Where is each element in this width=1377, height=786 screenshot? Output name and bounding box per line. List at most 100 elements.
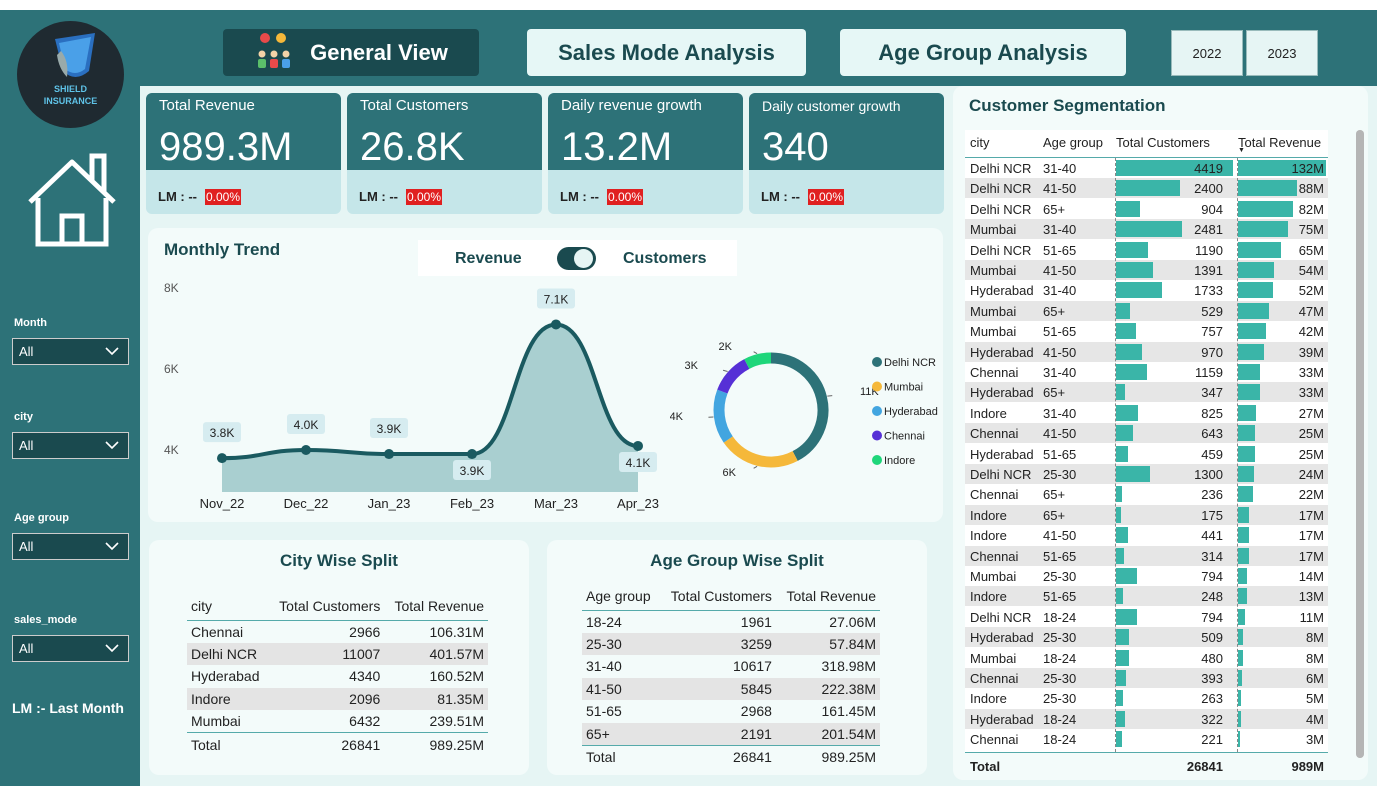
column-header[interactable]: city	[187, 593, 269, 621]
segmentation-row[interactable]: Delhi NCR 25-30 1300 24M	[965, 464, 1328, 484]
segmentation-row[interactable]: Delhi NCR 51-65 1190 65M	[965, 240, 1328, 260]
donut-slice-delhi-ncr[interactable]	[770, 352, 829, 461]
trend-point[interactable]	[633, 440, 643, 451]
trend-point[interactable]	[384, 449, 394, 460]
year-2023-button[interactable]: 2023	[1246, 30, 1318, 76]
segmentation-row[interactable]: Mumbai 31-40 2481 75M	[965, 219, 1328, 240]
table-row[interactable]: Delhi NCR 11007 401.57M	[187, 642, 488, 666]
segmentation-row[interactable]: Delhi NCR 18-24 794 11M	[965, 607, 1328, 627]
year-2022-button[interactable]: 2022	[1171, 30, 1243, 76]
total-cell: 26841	[268, 732, 385, 757]
table-row[interactable]: 18-24 1961 27.06M	[582, 610, 880, 633]
table-row[interactable]: 65+ 2191 201.54M	[582, 722, 880, 745]
total-customers: 26841	[1186, 759, 1223, 774]
customers-value: 441	[1201, 528, 1223, 544]
segmentation-row[interactable]: Chennai 51-65 314 17M	[965, 545, 1328, 566]
donut-slice-indore[interactable]	[744, 352, 772, 369]
segmentation-row[interactable]: Indore 65+ 175 17M	[965, 504, 1328, 525]
column-header[interactable]: Total Customers	[659, 582, 776, 611]
kpi-total-customers: Total Customers 26.8K LM : -- 0.00%	[347, 93, 542, 214]
segmentation-row[interactable]: Mumbai 41-50 1391 54M	[965, 260, 1328, 280]
trend-point[interactable]	[301, 445, 311, 455]
y-tick-label: 4K	[164, 443, 179, 457]
segmentation-row[interactable]: Indore 41-50 441 17M	[965, 525, 1328, 545]
segmentation-header-row: city Age group Total Customers Total Revenu…	[965, 130, 1328, 158]
revenue-value: 25M	[1298, 446, 1324, 462]
table-cell: 18-24	[586, 613, 622, 630]
donut-slice-hyderabad[interactable]	[713, 389, 733, 443]
segmentation-row[interactable]: Chennai 25-30 393 6M	[965, 668, 1328, 688]
home-icon[interactable]	[24, 152, 120, 253]
donut-slice-chennai[interactable]	[717, 359, 750, 394]
table-row[interactable]: Indore 2096 81.35M	[187, 687, 488, 711]
sales-mode-analysis-button[interactable]: Sales Mode Analysis	[527, 29, 806, 76]
toggle-revenue-label[interactable]: Revenue	[455, 250, 522, 268]
toggle-customers-label[interactable]: Customers	[623, 250, 707, 268]
segmentation-row[interactable]: Mumbai 51-65 757 42M	[965, 321, 1328, 341]
segmentation-row[interactable]: Mumbai 18-24 480 8M	[965, 648, 1328, 668]
total-cell: 989.25M	[384, 732, 488, 757]
table-row[interactable]: Hyderabad 4340 160.52M	[187, 665, 488, 688]
segmentation-row[interactable]: Hyderabad 51-65 459 25M	[965, 444, 1328, 464]
column-header[interactable]: city	[970, 135, 990, 150]
donut-slice-mumbai[interactable]	[723, 436, 798, 468]
table-row[interactable]: 41-50 5845 222.38M	[582, 677, 880, 700]
column-header[interactable]: Total Customers	[268, 593, 385, 621]
table-cell: 65+	[586, 725, 610, 742]
city-cell: Delhi NCR	[970, 201, 1032, 217]
x-tick-label: Mar_23	[534, 496, 578, 511]
age-group-slicer[interactable]: All	[12, 533, 129, 560]
scrollbar[interactable]	[1356, 130, 1364, 758]
segmentation-row[interactable]: Delhi NCR 65+ 904 82M	[965, 199, 1328, 219]
column-header[interactable]: Total Revenue	[775, 582, 880, 611]
segmentation-row[interactable]: Hyderabad 31-40 1733 52M	[965, 280, 1328, 300]
sort-desc-icon[interactable]: ▼	[1238, 147, 1245, 154]
segmentation-row[interactable]: Chennai 41-50 643 25M	[965, 423, 1328, 444]
age-group-analysis-button[interactable]: Age Group Analysis	[840, 29, 1126, 76]
segmentation-row[interactable]: Hyderabad 65+ 347 33M	[965, 382, 1328, 403]
legend-label: Hyderabad	[884, 406, 938, 418]
segmentation-row[interactable]: Chennai 65+ 236 22M	[965, 484, 1328, 504]
age-group-cell: 25-30	[1043, 671, 1077, 686]
segmentation-row[interactable]: Chennai 31-40 1159 33M	[965, 362, 1328, 382]
trend-point[interactable]	[467, 449, 477, 460]
segmentation-row[interactable]: Mumbai 25-30 794 14M	[965, 566, 1328, 586]
segmentation-row[interactable]: Hyderabad 18-24 322 4M	[965, 708, 1328, 729]
trend-point[interactable]	[217, 453, 227, 464]
segmentation-row[interactable]: Delhi NCR 31-40 4419 132M	[965, 158, 1328, 178]
table-row[interactable]: 31-40 10617 318.98M	[582, 655, 880, 678]
general-view-button[interactable]: General View	[223, 29, 479, 76]
age-group-cell: 41-50	[1043, 344, 1077, 360]
age-group-cell: 18-24	[1043, 732, 1077, 748]
column-header[interactable]: Total Customers	[1116, 135, 1210, 150]
table-cell: 2966	[349, 623, 381, 640]
segmentation-row[interactable]: Chennai 18-24 221 3M	[965, 729, 1328, 749]
segmentation-row[interactable]: Indore 31-40 825 27M	[965, 403, 1328, 423]
city-slicer[interactable]: All	[12, 432, 129, 459]
segmentation-row[interactable]: Indore 51-65 248 13M	[965, 586, 1328, 607]
table-row[interactable]: Chennai 2966 106.31M	[187, 620, 488, 643]
column-header[interactable]: Age group	[582, 582, 660, 611]
sales-mode-label: Sales Mode Analysis	[558, 39, 775, 65]
month-slicer[interactable]: All	[12, 338, 129, 365]
toggle-switch[interactable]	[557, 247, 596, 270]
table-cell: 239.51M	[429, 713, 484, 730]
city-cell: Delhi NCR	[970, 181, 1032, 197]
table-cell: 31-40	[586, 658, 622, 675]
trend-point[interactable]	[551, 319, 561, 330]
segmentation-row[interactable]: Indore 25-30 263 5M	[965, 688, 1328, 708]
sales-mode-slicer[interactable]: All	[12, 635, 129, 662]
table-row[interactable]: 25-30 3259 57.84M	[582, 632, 880, 655]
table-row[interactable]: Mumbai 6432 239.51M	[187, 710, 488, 733]
table-row[interactable]: 51-65 2968 161.45M	[582, 700, 880, 723]
segmentation-row[interactable]: Mumbai 65+ 529 47M	[965, 300, 1328, 321]
segmentation-row[interactable]: Delhi NCR 41-50 2400 88M	[965, 178, 1328, 199]
city-cell: Hyderabad	[970, 344, 1034, 360]
column-header[interactable]: Total Revenue	[1238, 135, 1321, 150]
column-header[interactable]: Age group	[1043, 135, 1103, 150]
column-header[interactable]: Total Revenue	[384, 593, 488, 621]
segmentation-row[interactable]: Hyderabad 41-50 970 39M	[965, 341, 1328, 362]
segmentation-row[interactable]: Hyderabad 25-30 509 8M	[965, 627, 1328, 648]
data-label: 3.9K	[460, 464, 485, 478]
customers-value: 322	[1201, 711, 1223, 727]
